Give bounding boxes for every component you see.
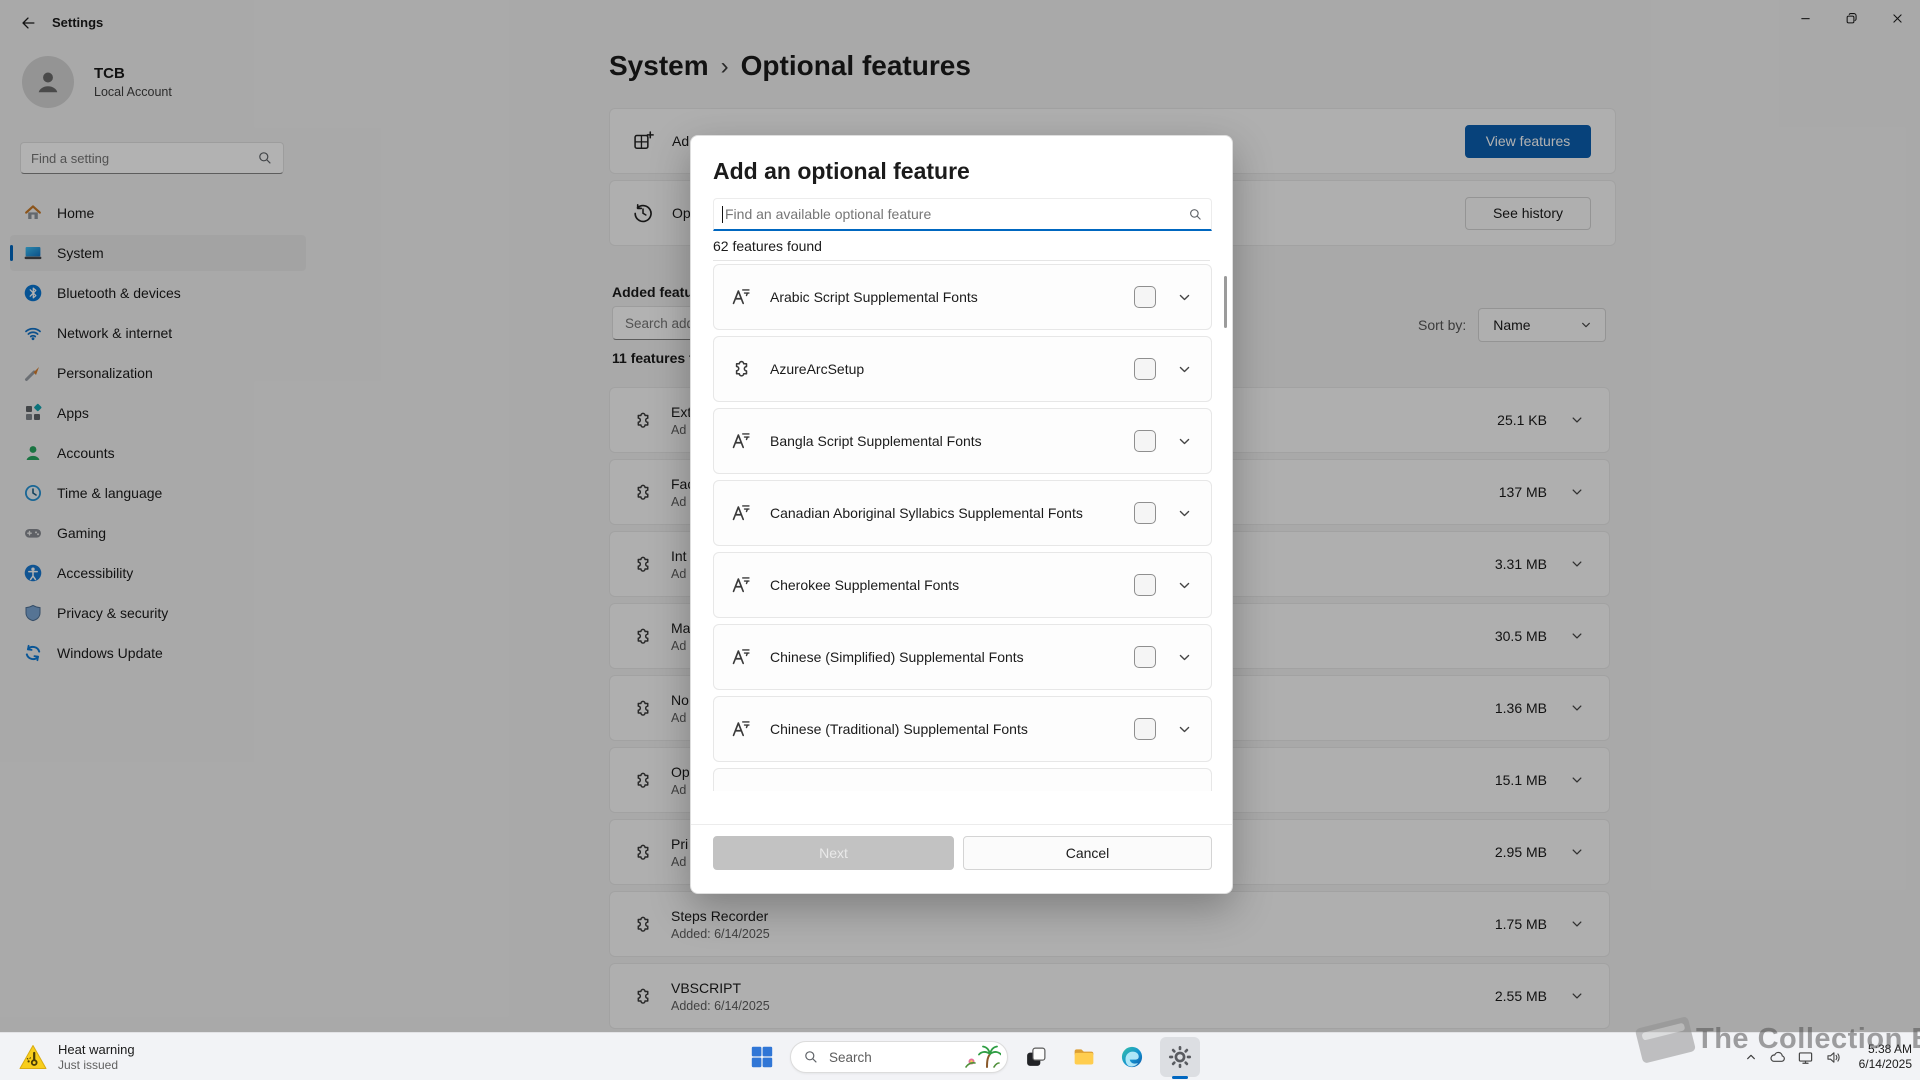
dialog-scrollbar-thumb[interactable]	[1224, 276, 1227, 328]
feature-checkbox[interactable]	[1134, 502, 1156, 524]
chevron-up-icon	[1744, 1050, 1758, 1064]
chevron-down-icon[interactable]	[1176, 721, 1193, 738]
tray-overflow-button[interactable]	[1744, 1050, 1758, 1064]
taskbar-search[interactable]: Search	[790, 1041, 1008, 1073]
seasonal-art-icon	[961, 1044, 1001, 1070]
feature-type-icon	[730, 646, 752, 668]
volume-button[interactable]	[1825, 1049, 1842, 1066]
settings-app-button[interactable]	[1160, 1037, 1200, 1077]
chevron-down-icon[interactable]	[1176, 505, 1193, 522]
network-button[interactable]	[1797, 1049, 1814, 1066]
search-icon	[803, 1049, 819, 1065]
feature-name: Chinese (Simplified) Supplemental Fonts	[770, 649, 1024, 665]
optional-feature-row[interactable]: Arabic Script Supplemental Fonts	[713, 264, 1212, 330]
chevron-down-icon[interactable]	[1176, 361, 1193, 378]
feature-type-icon	[730, 718, 752, 740]
onedrive-button[interactable]	[1769, 1049, 1786, 1066]
widgets-button[interactable]: Heat warning Just issued	[10, 1037, 143, 1077]
feature-checkbox[interactable]	[1134, 430, 1156, 452]
optional-feature-row[interactable]: AzureArcSetup	[713, 336, 1212, 402]
feature-checkbox[interactable]	[1134, 718, 1156, 740]
optional-feature-row[interactable]: Canadian Aboriginal Syllabics Supplement…	[713, 480, 1212, 546]
next-button[interactable]: Next	[713, 836, 954, 870]
cancel-button[interactable]: Cancel	[963, 836, 1212, 870]
dialog-search-input[interactable]: Find an available optional feature	[713, 198, 1212, 231]
optional-feature-row[interactable]: Chinese (Traditional) Supplemental Fonts	[713, 696, 1212, 762]
system-tray: 5:38 AM 6/14/2025	[1744, 1037, 1912, 1077]
feature-name: Bangla Script Supplemental Fonts	[770, 433, 982, 449]
feature-type-icon	[730, 430, 752, 452]
edge-button[interactable]	[1112, 1037, 1152, 1077]
cloud-icon	[1769, 1049, 1786, 1066]
feature-name: Arabic Script Supplemental Fonts	[770, 289, 978, 305]
optional-feature-row[interactable]: Chinese (Simplified) Supplemental Fonts	[713, 624, 1212, 690]
tray-date: 6/14/2025	[1859, 1057, 1912, 1072]
result-count: 62 features found	[713, 238, 822, 254]
tray-time: 5:38 AM	[1859, 1042, 1912, 1057]
divider	[713, 260, 1210, 261]
feature-row-partial[interactable]	[713, 768, 1212, 791]
taskbar-center: Search	[742, 1037, 1200, 1077]
chevron-down-icon[interactable]	[1176, 649, 1193, 666]
warning-icon	[18, 1043, 48, 1071]
start-button[interactable]	[742, 1037, 782, 1077]
text-caret	[722, 206, 723, 223]
gear-icon	[1168, 1045, 1192, 1069]
feature-type-icon	[730, 502, 752, 524]
chevron-down-icon[interactable]	[1176, 289, 1193, 306]
feature-checkbox[interactable]	[1134, 646, 1156, 668]
feature-name: Canadian Aboriginal Syllabics Supplement…	[770, 505, 1083, 521]
taskview-icon	[1024, 1045, 1048, 1069]
chevron-down-icon[interactable]	[1176, 433, 1193, 450]
clock[interactable]: 5:38 AM 6/14/2025	[1859, 1042, 1912, 1072]
widget-title: Heat warning	[58, 1042, 135, 1057]
optional-feature-row[interactable]: Bangla Script Supplemental Fonts	[713, 408, 1212, 474]
chevron-down-icon[interactable]	[1176, 577, 1193, 594]
divider	[691, 824, 1232, 825]
task-view-button[interactable]	[1016, 1037, 1056, 1077]
feature-checkbox[interactable]	[1134, 358, 1156, 380]
edge-icon	[1120, 1045, 1144, 1069]
folder-icon	[1072, 1045, 1096, 1069]
taskbar-search-label: Search	[829, 1050, 961, 1065]
feature-name: Cherokee Supplemental Fonts	[770, 577, 959, 593]
optional-feature-row[interactable]: Cherokee Supplemental Fonts	[713, 552, 1212, 618]
network-icon	[1797, 1049, 1814, 1066]
feature-type-icon	[730, 286, 752, 308]
file-explorer-button[interactable]	[1064, 1037, 1104, 1077]
add-optional-feature-dialog: Add an optional feature Find an availabl…	[690, 135, 1233, 894]
taskbar: Heat warning Just issued Search 5:38 AM …	[0, 1032, 1920, 1080]
start-icon	[750, 1045, 774, 1069]
search-icon	[1188, 207, 1203, 222]
dialog-title: Add an optional feature	[713, 158, 970, 185]
widget-subtitle: Just issued	[58, 1058, 135, 1072]
dialog-search-placeholder: Find an available optional feature	[725, 206, 1188, 222]
feature-name: AzureArcSetup	[770, 361, 864, 377]
speaker-icon	[1825, 1049, 1842, 1066]
feature-checkbox[interactable]	[1134, 574, 1156, 596]
feature-type-icon	[730, 358, 752, 380]
optional-features-list: Arabic Script Supplemental Fonts AzureAr…	[713, 264, 1212, 791]
dialog-buttons: Next Cancel	[713, 836, 1212, 870]
feature-name: Chinese (Traditional) Supplemental Fonts	[770, 721, 1028, 737]
feature-type-icon	[730, 574, 752, 596]
feature-checkbox[interactable]	[1134, 286, 1156, 308]
